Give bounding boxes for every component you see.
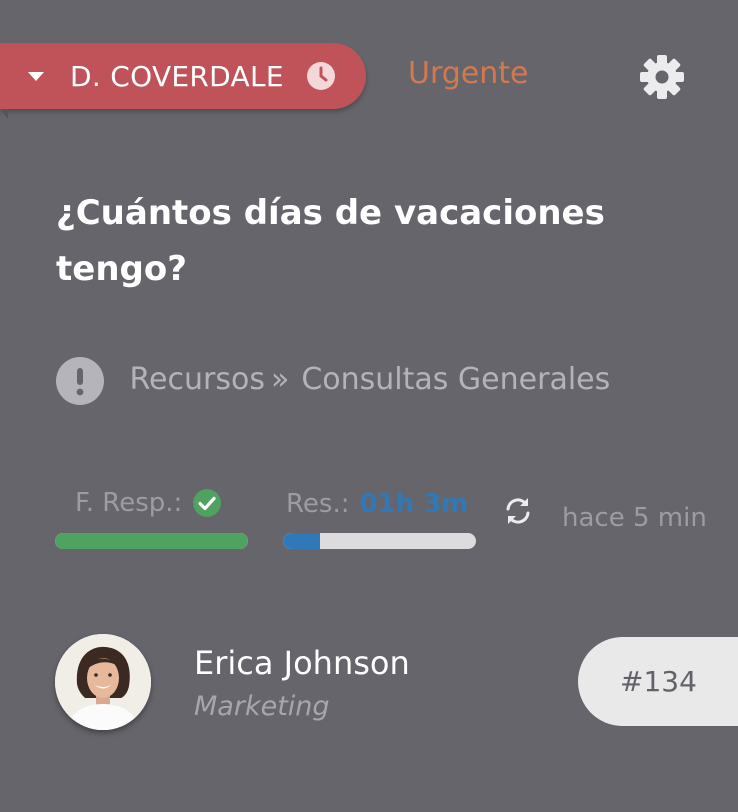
ticket-id: #134: [620, 665, 697, 698]
breadcrumb-current[interactable]: Consultas Generales: [301, 362, 610, 397]
breadcrumb-separator: »: [270, 362, 290, 397]
refresh-icon[interactable]: [502, 495, 534, 527]
tab-fold-decoration: [0, 109, 8, 119]
breadcrumb: n Recursos» Consultas Generales: [131, 362, 610, 397]
last-updated: hace 5 min: [562, 503, 707, 533]
first-response-label: F. Resp.:: [75, 488, 183, 518]
check-circle-icon: [193, 489, 222, 517]
breadcrumb-viewport: n Recursos» Consultas Generales: [131, 356, 711, 406]
chevron-down-icon: [28, 71, 44, 81]
first-response-progress: [55, 533, 248, 549]
assignee-dropdown[interactable]: D. COVERDALE: [0, 43, 366, 109]
requester-department: Marketing: [194, 691, 330, 722]
gear-icon[interactable]: [639, 54, 685, 100]
resolution-progress-fill: [283, 533, 320, 549]
breadcrumb-parent[interactable]: n Recursos: [131, 362, 265, 397]
first-response-progress-fill: [55, 533, 248, 549]
ticket-id-badge[interactable]: #134: [578, 637, 738, 726]
assignee-name: D. COVERDALE: [70, 59, 284, 93]
first-response-sla: F. Resp.:: [75, 488, 222, 518]
ticket-title: ¿Cuántos días de vacaciones tengo?: [56, 193, 605, 289]
exclamation-icon: [56, 357, 104, 405]
resolution-time: 01h 3m: [359, 489, 469, 519]
clock-icon: [306, 62, 335, 90]
priority-label: Urgente: [408, 56, 529, 91]
avatar[interactable]: [55, 634, 151, 730]
resolution-label: Res.:: [286, 489, 350, 519]
resolution-sla: Res.: 01h 3m: [286, 489, 468, 519]
avatar-portrait: [55, 634, 151, 730]
resolution-progress: [283, 533, 476, 549]
requester-name: Erica Johnson: [194, 644, 410, 682]
